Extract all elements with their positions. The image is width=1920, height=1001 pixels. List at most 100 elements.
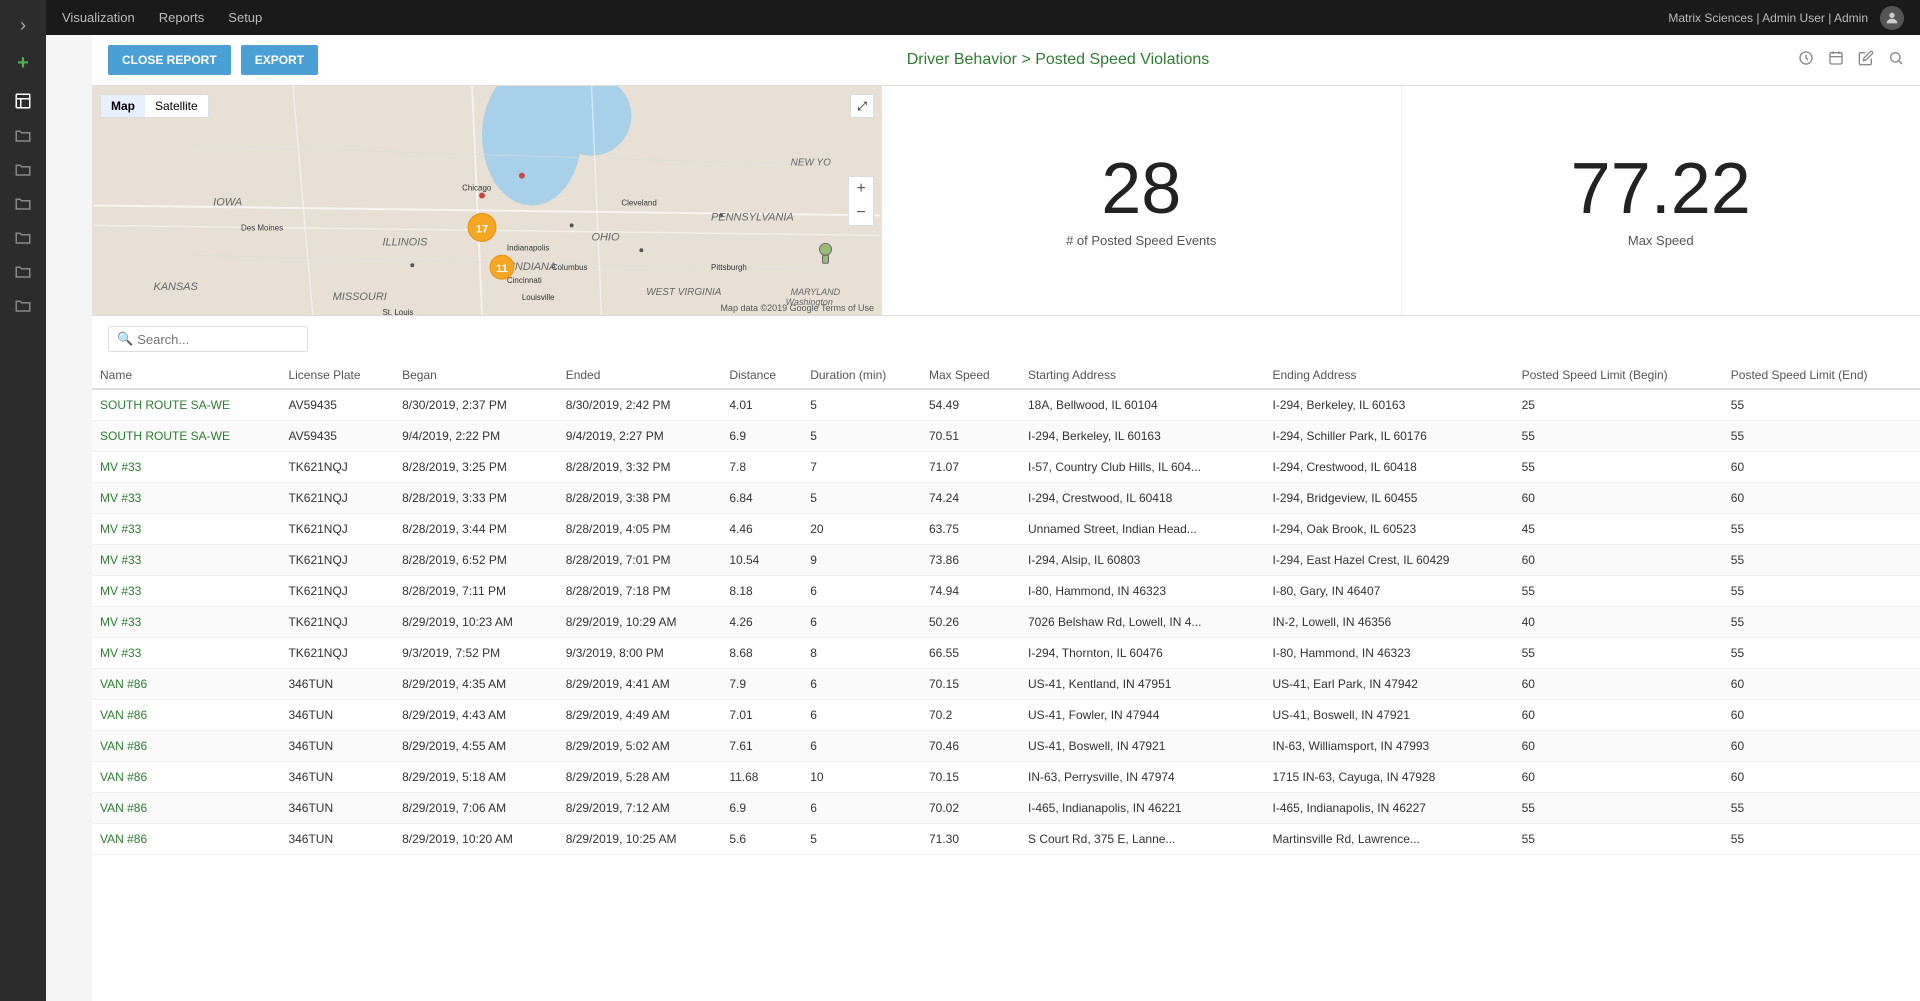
row-endaddr: I-294, Schiller Park, IL 60176 bbox=[1265, 421, 1514, 452]
table-row: VAN #86 346TUN 8/29/2019, 7:06 AM 8/29/2… bbox=[92, 793, 1920, 824]
map-tab-satellite[interactable]: Satellite bbox=[145, 95, 208, 117]
row-psl-begin: 55 bbox=[1514, 452, 1723, 483]
row-maxspeed: 74.24 bbox=[921, 483, 1020, 514]
row-name-link[interactable]: SOUTH ROUTE SA-WE bbox=[100, 429, 230, 443]
stats-area: 28 # of Posted Speed Events 77.22 Max Sp… bbox=[882, 86, 1920, 315]
row-endaddr: I-294, Berkeley, IL 60163 bbox=[1265, 389, 1514, 421]
report-title: Driver Behavior > Posted Speed Violation… bbox=[328, 51, 1788, 69]
row-duration: 20 bbox=[802, 514, 921, 545]
collapse-icon[interactable]: › bbox=[8, 10, 38, 40]
row-duration: 6 bbox=[802, 576, 921, 607]
row-psl-begin: 25 bbox=[1514, 389, 1723, 421]
search-icon-char: 🔍 bbox=[117, 331, 133, 347]
stat-events-value: 28 bbox=[1101, 153, 1181, 225]
row-maxspeed: 70.51 bbox=[921, 421, 1020, 452]
row-startaddr: US-41, Fowler, IN 47944 bbox=[1020, 700, 1265, 731]
svg-text:17: 17 bbox=[476, 223, 488, 235]
search-input[interactable] bbox=[137, 332, 299, 347]
row-psl-end: 55 bbox=[1723, 421, 1920, 452]
folder-icon-2[interactable] bbox=[8, 154, 38, 184]
row-plate: 346TUN bbox=[280, 793, 394, 824]
row-endaddr: Martinsville Rd, Lawrence... bbox=[1265, 824, 1514, 855]
edit-icon[interactable] bbox=[1858, 50, 1874, 71]
row-maxspeed: 50.26 bbox=[921, 607, 1020, 638]
zoom-in-button[interactable]: + bbox=[849, 177, 873, 201]
row-duration: 9 bbox=[802, 545, 921, 576]
row-distance: 7.01 bbox=[721, 700, 802, 731]
row-name-link[interactable]: VAN #86 bbox=[100, 801, 147, 815]
row-psl-end: 55 bbox=[1723, 514, 1920, 545]
row-distance: 6.9 bbox=[721, 793, 802, 824]
map-tab-map[interactable]: Map bbox=[101, 95, 145, 117]
row-psl-end: 60 bbox=[1723, 700, 1920, 731]
row-name-link[interactable]: MV #33 bbox=[100, 553, 141, 567]
table-row: SOUTH ROUTE SA-WE AV59435 9/4/2019, 2:22… bbox=[92, 421, 1920, 452]
folder-icon-4[interactable] bbox=[8, 222, 38, 252]
map-expand-button[interactable]: ⤢ bbox=[850, 94, 874, 118]
map-tabs: Map Satellite bbox=[100, 94, 209, 118]
row-name-link[interactable]: MV #33 bbox=[100, 615, 141, 629]
plus-icon[interactable]: + bbox=[8, 48, 38, 78]
folder-icon-1[interactable] bbox=[8, 120, 38, 150]
row-psl-end: 55 bbox=[1723, 389, 1920, 421]
row-ended: 8/29/2019, 4:41 AM bbox=[558, 669, 722, 700]
svg-text:Pittsburgh: Pittsburgh bbox=[711, 263, 747, 272]
calendar-icon[interactable] bbox=[1828, 50, 1844, 71]
row-name-link[interactable]: VAN #86 bbox=[100, 708, 147, 722]
row-psl-begin: 55 bbox=[1514, 421, 1723, 452]
row-name-link[interactable]: SOUTH ROUTE SA-WE bbox=[100, 398, 230, 412]
svg-text:WEST VIRGINIA: WEST VIRGINIA bbox=[646, 287, 721, 298]
action-bar: CLOSE REPORT EXPORT Driver Behavior > Po… bbox=[92, 35, 1920, 86]
close-report-button[interactable]: CLOSE REPORT bbox=[108, 45, 231, 75]
row-name-link[interactable]: MV #33 bbox=[100, 522, 141, 536]
row-plate: TK621NQJ bbox=[280, 514, 394, 545]
svg-text:OHIO: OHIO bbox=[592, 231, 620, 243]
row-maxspeed: 70.2 bbox=[921, 700, 1020, 731]
row-plate: TK621NQJ bbox=[280, 576, 394, 607]
row-distance: 10.54 bbox=[721, 545, 802, 576]
svg-text:NEW YO: NEW YO bbox=[791, 158, 831, 169]
folder-icon-5[interactable] bbox=[8, 256, 38, 286]
row-maxspeed: 70.15 bbox=[921, 762, 1020, 793]
row-name-link[interactable]: VAN #86 bbox=[100, 832, 147, 846]
row-name-link[interactable]: MV #33 bbox=[100, 584, 141, 598]
row-name-link[interactable]: VAN #86 bbox=[100, 770, 147, 784]
row-name-link[interactable]: VAN #86 bbox=[100, 739, 147, 753]
row-ended: 8/29/2019, 5:28 AM bbox=[558, 762, 722, 793]
row-maxspeed: 71.07 bbox=[921, 452, 1020, 483]
row-duration: 6 bbox=[802, 607, 921, 638]
search-icon[interactable] bbox=[1888, 50, 1904, 71]
row-endaddr: US-41, Boswell, IN 47921 bbox=[1265, 700, 1514, 731]
row-psl-begin: 55 bbox=[1514, 824, 1723, 855]
row-distance: 8.68 bbox=[721, 638, 802, 669]
row-maxspeed: 70.46 bbox=[921, 731, 1020, 762]
map-nav-icon[interactable] bbox=[8, 86, 38, 116]
stat-box-speed: 77.22 Max Speed bbox=[1402, 86, 1920, 315]
row-name-link[interactable]: MV #33 bbox=[100, 460, 141, 474]
folder-icon-3[interactable] bbox=[8, 188, 38, 218]
svg-text:KANSAS: KANSAS bbox=[153, 281, 198, 293]
row-distance: 6.84 bbox=[721, 483, 802, 514]
row-endaddr: I-80, Gary, IN 46407 bbox=[1265, 576, 1514, 607]
row-ended: 8/29/2019, 4:49 AM bbox=[558, 700, 722, 731]
table-area: 🔍 Name License Plate Began Ended Distanc… bbox=[92, 316, 1920, 1001]
row-startaddr: I-294, Berkeley, IL 60163 bbox=[1020, 421, 1265, 452]
row-name-link[interactable]: VAN #86 bbox=[100, 677, 147, 691]
folder-icon-6[interactable] bbox=[8, 290, 38, 320]
row-name-link[interactable]: MV #33 bbox=[100, 491, 141, 505]
row-startaddr: 18A, Bellwood, IL 60104 bbox=[1020, 389, 1265, 421]
export-button[interactable]: EXPORT bbox=[241, 45, 318, 75]
row-duration: 7 bbox=[802, 452, 921, 483]
zoom-out-button[interactable]: − bbox=[849, 201, 873, 225]
row-ended: 8/29/2019, 10:29 AM bbox=[558, 607, 722, 638]
row-psl-end: 55 bbox=[1723, 793, 1920, 824]
row-psl-begin: 60 bbox=[1514, 545, 1723, 576]
svg-text:Indianapolis: Indianapolis bbox=[507, 243, 549, 252]
col-name: Name bbox=[92, 362, 280, 389]
row-plate: TK621NQJ bbox=[280, 607, 394, 638]
row-startaddr: I-80, Hammond, IN 46323 bbox=[1020, 576, 1265, 607]
row-duration: 8 bbox=[802, 638, 921, 669]
row-name-link[interactable]: MV #33 bbox=[100, 646, 141, 660]
clock-icon[interactable] bbox=[1798, 50, 1814, 71]
row-plate: AV59435 bbox=[280, 421, 394, 452]
